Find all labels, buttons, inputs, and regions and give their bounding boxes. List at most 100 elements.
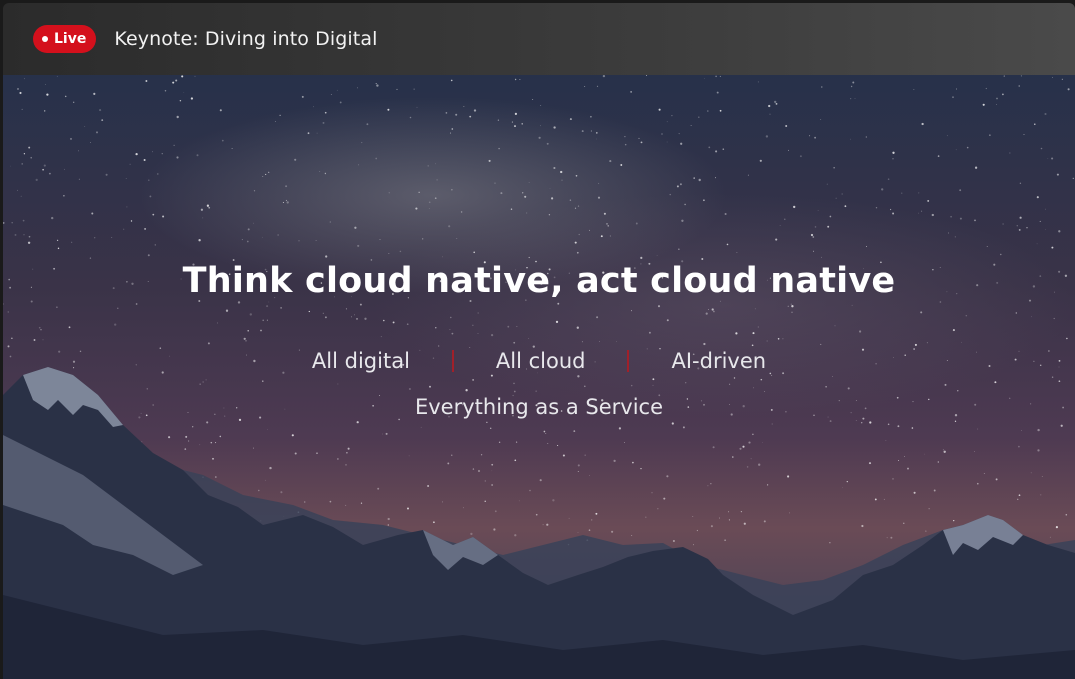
star bbox=[28, 146, 31, 149]
star bbox=[658, 108, 661, 111]
star bbox=[282, 201, 284, 204]
star bbox=[99, 109, 102, 112]
live-dot-icon bbox=[42, 36, 48, 42]
star bbox=[817, 210, 819, 211]
star bbox=[678, 248, 680, 250]
star bbox=[591, 519, 593, 521]
star bbox=[994, 381, 997, 384]
star bbox=[14, 233, 17, 236]
star bbox=[707, 110, 709, 112]
star bbox=[101, 119, 104, 121]
star bbox=[277, 234, 279, 236]
star bbox=[613, 459, 616, 463]
star bbox=[820, 343, 822, 345]
star bbox=[911, 427, 914, 429]
star bbox=[40, 329, 42, 331]
star bbox=[528, 256, 530, 259]
star bbox=[726, 243, 729, 246]
star bbox=[214, 476, 217, 478]
star bbox=[285, 185, 288, 188]
star bbox=[392, 321, 395, 324]
star bbox=[500, 192, 503, 195]
star bbox=[690, 124, 692, 126]
star bbox=[93, 92, 96, 95]
star bbox=[518, 500, 520, 502]
star bbox=[111, 237, 113, 238]
star bbox=[472, 379, 474, 381]
star bbox=[1039, 220, 1041, 222]
star bbox=[663, 497, 666, 500]
star bbox=[329, 221, 331, 223]
star bbox=[715, 177, 716, 179]
star bbox=[280, 491, 283, 494]
star bbox=[360, 502, 363, 504]
star bbox=[861, 524, 864, 528]
star bbox=[184, 448, 187, 450]
star bbox=[3, 303, 4, 305]
star bbox=[771, 423, 773, 425]
star bbox=[388, 192, 390, 194]
star bbox=[735, 332, 738, 335]
star bbox=[212, 457, 214, 460]
star bbox=[729, 383, 731, 385]
star bbox=[56, 306, 58, 309]
star bbox=[470, 532, 473, 536]
star bbox=[752, 332, 755, 335]
star bbox=[494, 510, 497, 513]
star bbox=[624, 143, 627, 146]
star bbox=[1058, 230, 1061, 233]
star bbox=[451, 128, 454, 130]
star bbox=[1019, 216, 1022, 219]
star bbox=[974, 451, 975, 452]
stream-header: Live Keynote: Diving into Digital bbox=[3, 3, 1075, 75]
star bbox=[799, 155, 802, 158]
star bbox=[28, 235, 31, 238]
star bbox=[957, 390, 959, 392]
star bbox=[995, 478, 998, 481]
star bbox=[268, 301, 270, 303]
star bbox=[913, 89, 915, 90]
star bbox=[844, 205, 847, 208]
star bbox=[225, 309, 229, 312]
star bbox=[886, 537, 888, 539]
star bbox=[954, 236, 956, 238]
star bbox=[307, 132, 310, 135]
star bbox=[814, 226, 817, 228]
star bbox=[996, 97, 998, 100]
video-stage[interactable]: Think cloud native, act cloud native All… bbox=[3, 75, 1075, 679]
star bbox=[1040, 147, 1043, 150]
star bbox=[260, 329, 262, 332]
star bbox=[396, 88, 398, 90]
star bbox=[925, 530, 927, 532]
star bbox=[712, 446, 715, 449]
star bbox=[494, 182, 496, 184]
star bbox=[1019, 182, 1022, 184]
star bbox=[782, 338, 784, 340]
star bbox=[985, 87, 987, 90]
star bbox=[147, 254, 150, 257]
star bbox=[304, 501, 306, 503]
star bbox=[409, 116, 412, 119]
star bbox=[356, 318, 358, 320]
star bbox=[787, 305, 789, 307]
star bbox=[434, 197, 437, 200]
star bbox=[399, 250, 402, 253]
star bbox=[874, 498, 877, 501]
star bbox=[324, 111, 327, 114]
star bbox=[747, 174, 749, 176]
star bbox=[1023, 134, 1025, 136]
star bbox=[480, 454, 483, 456]
star bbox=[43, 164, 46, 167]
star bbox=[243, 337, 246, 340]
star bbox=[814, 136, 816, 139]
star bbox=[199, 383, 201, 385]
slide-pillars: All digital All cloud AI-driven bbox=[3, 349, 1075, 373]
star bbox=[590, 115, 592, 118]
star bbox=[560, 170, 563, 174]
star bbox=[852, 81, 855, 84]
star bbox=[408, 387, 411, 391]
star bbox=[1052, 77, 1053, 78]
star bbox=[1045, 208, 1046, 210]
star bbox=[46, 93, 49, 96]
star bbox=[387, 108, 390, 111]
